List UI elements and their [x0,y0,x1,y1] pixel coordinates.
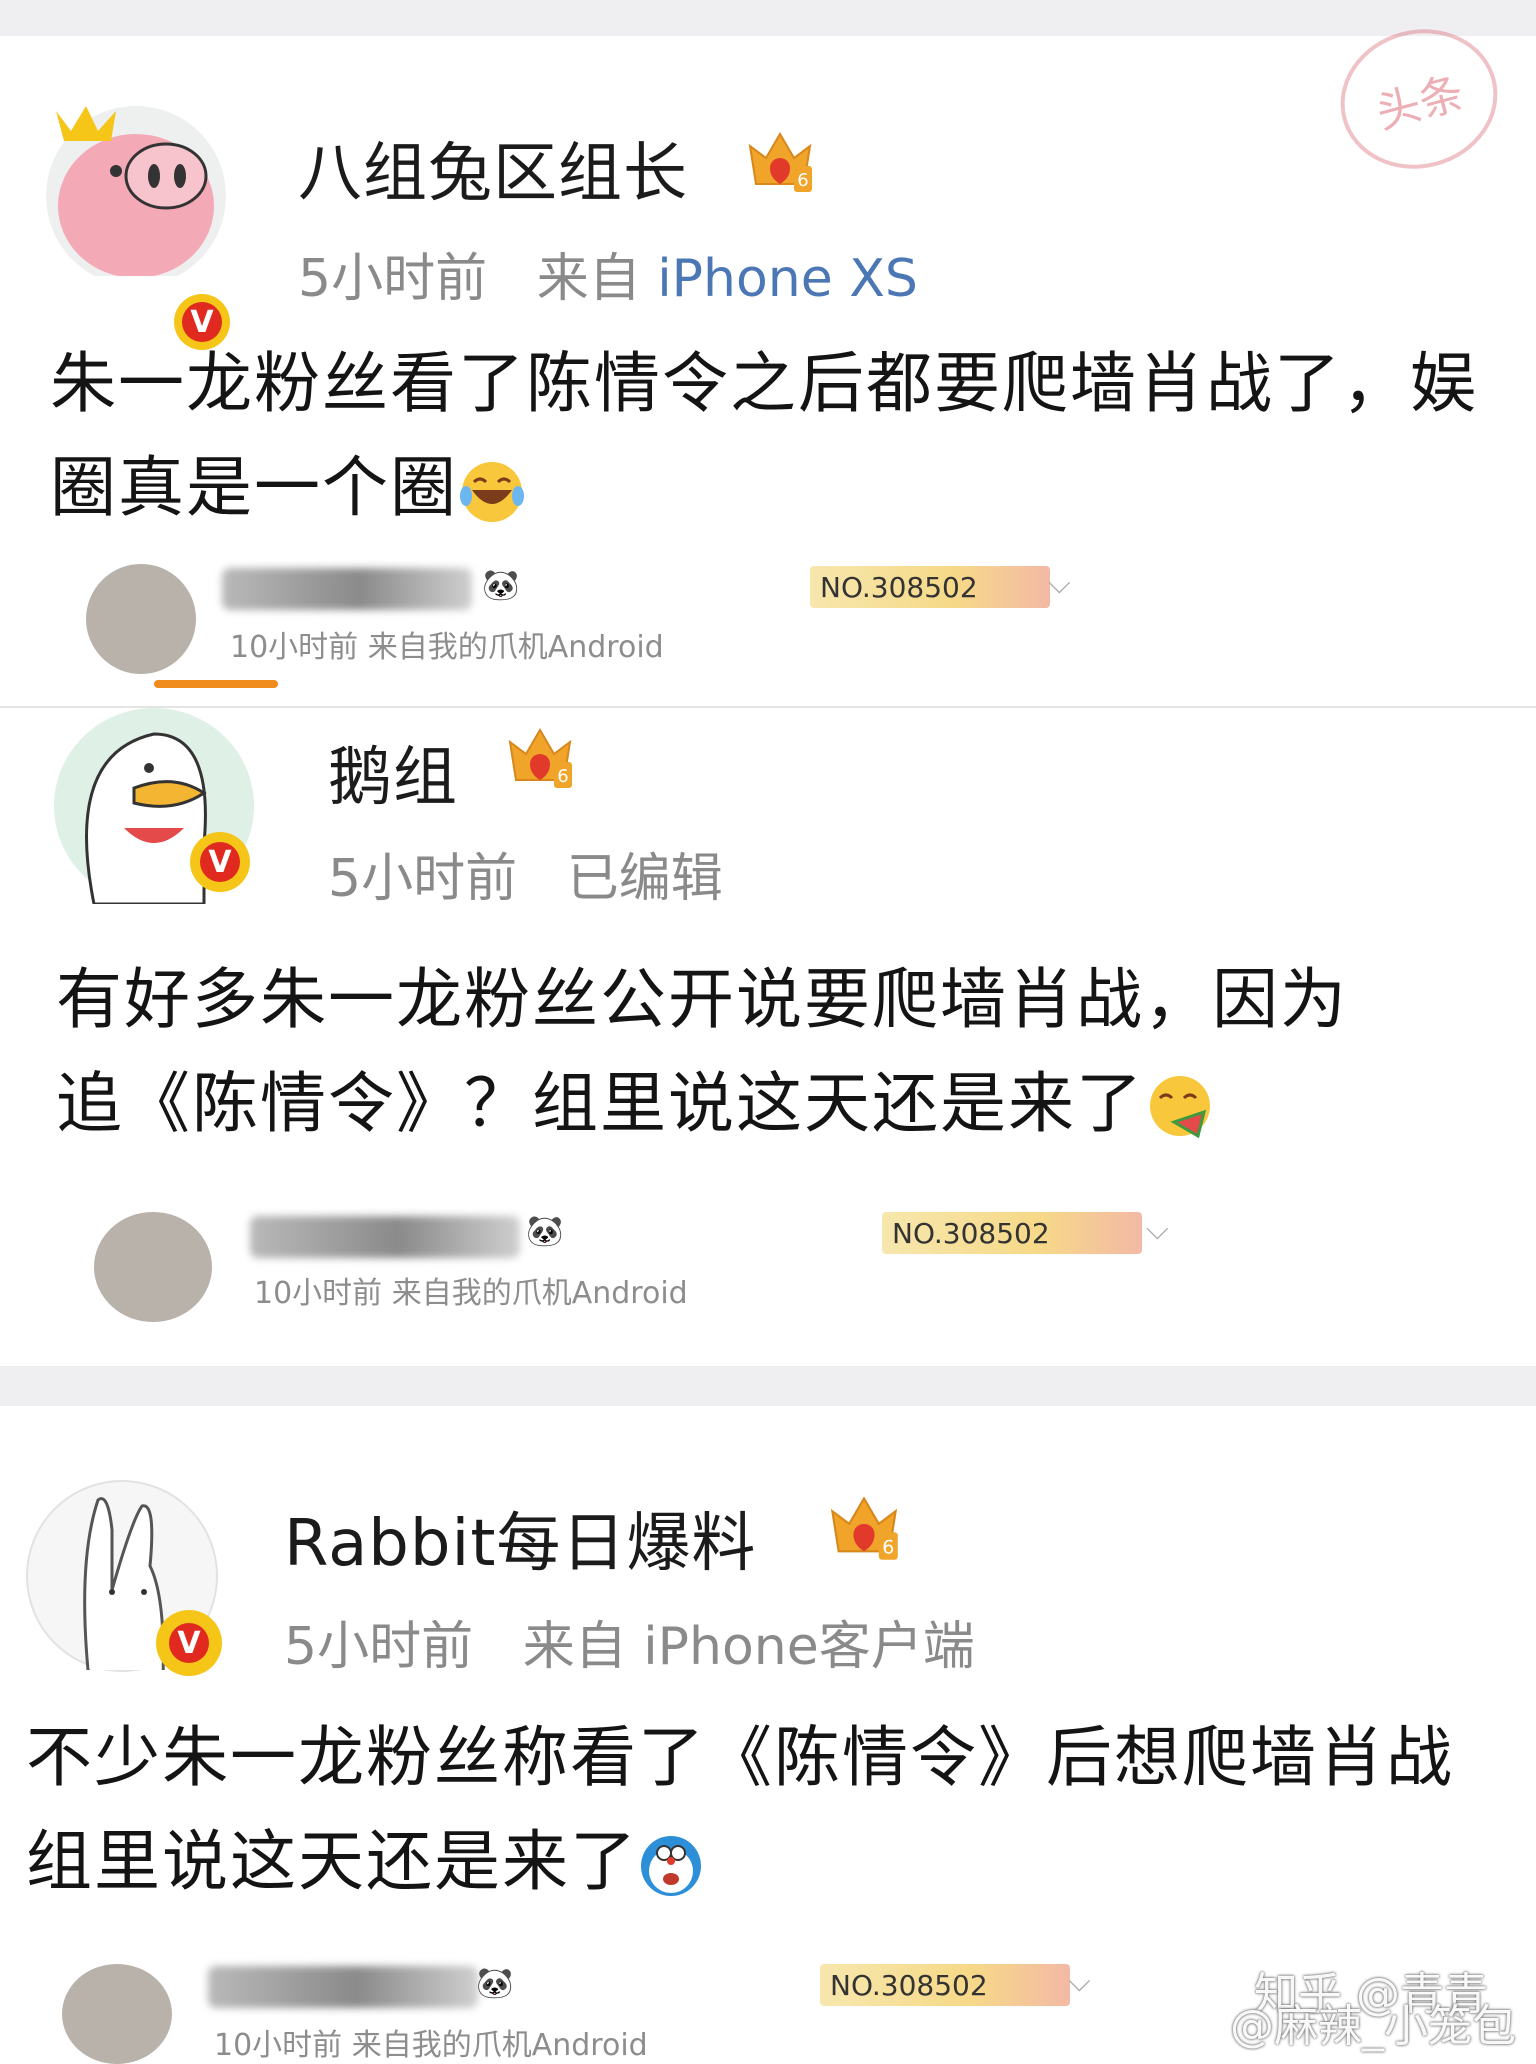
repost-avatar[interactable] [86,564,196,674]
verified-badge-icon: V [190,832,250,892]
post-source-link[interactable]: iPhone客户端 [643,1617,975,1677]
content-line: 追《陈情令》？组里说这天还是来了 [56,1052,1348,1156]
repost-avatar[interactable] [94,1212,212,1322]
orange-underline [154,680,278,688]
blurred-username [222,568,472,610]
user-avatar[interactable]: V [26,1480,222,1676]
weibo-post: V 八组兔区组长 6 5小时前 来自 iPhone XS 朱一龙粉丝看了陈情令之… [0,36,1536,706]
doraemon-emoji [641,1835,701,1896]
post-meta: 5小时前 来自 iPhone XS [298,236,918,311]
content-line: 朱一龙粉丝看了陈情令之后都要爬墙肖战了，娱 [50,345,1478,422]
crown-level-icon: 6 [748,132,812,192]
content-line: 组里说这天还是来了 [26,1810,1454,1914]
content-line: 有好多朱一龙粉丝公开说要爬墙肖战，因为 [56,961,1348,1038]
blurred-username [208,1966,478,2008]
repost-meta: 10小时前 来自我的爪机Android [230,630,664,665]
laugh-cry-emoji [460,461,524,522]
crown-level-icon: 6 [830,1496,898,1560]
user-avatar[interactable]: V [54,708,254,904]
post-time: 5小时前 [298,249,488,309]
chevron-down-icon[interactable]: ⌵ [1146,1212,1169,1247]
from-label: 来自 [522,1617,627,1677]
repost-row[interactable]: 🐼 NO.308502 ⌵ 10小时前 来自我的爪机Android [0,556,1536,706]
blurred-username [250,1216,520,1258]
verified-badge-icon: V [156,1610,222,1676]
from-label: 来自 [536,249,641,309]
post-time: 5小时前 [328,849,518,909]
post-content: 不少朱一龙粉丝称看了《陈情令》后想爬墙肖战 组里说这天还是来了 [26,1706,1454,1914]
svg-text:6: 6 [557,766,568,787]
no-badge: NO.308502 [810,566,1050,608]
no-badge: NO.308502 [882,1212,1142,1254]
repost-avatar[interactable] [62,1964,172,2064]
post-time: 5小时前 [284,1617,474,1677]
repost-row[interactable]: 🐼 NO.308502 ⌵ 10小时前 来自我的爪机Android [0,1202,1536,1342]
weibo-post: V 鹅组 6 5小时前 已编辑 有好多朱一龙粉丝公开说要爬墙肖战，因为 追《陈情… [0,708,1536,1368]
panda-icon: 🐼 [526,1214,564,1249]
post-username[interactable]: 八组兔区组长 [298,122,688,214]
chevron-down-icon[interactable]: ⌵ [1068,1964,1091,1999]
chevron-down-icon[interactable]: ⌵ [1048,566,1071,601]
post-meta: 5小时前 已编辑 [328,836,723,911]
repost-meta: 10小时前 来自我的爪机Android [214,2028,648,2063]
svg-text:6: 6 [882,1536,894,1558]
post-meta: 5小时前 来自 iPhone客户端 [284,1604,975,1679]
top-band [0,0,1536,36]
post-content: 有好多朱一龙粉丝公开说要爬墙肖战，因为 追《陈情令》？组里说这天还是来了 [56,948,1348,1156]
weibo-post: V Rabbit每日爆料 6 5小时前 来自 iPhone客户端 不少朱一龙粉丝… [0,1406,1536,2064]
no-badge: NO.308502 [820,1964,1070,2006]
post-source-link[interactable]: iPhone XS [657,249,918,309]
repost-meta: 10小时前 来自我的爪机Android [254,1276,688,1311]
separator-band [0,1366,1536,1406]
panda-icon: 🐼 [476,1966,514,2001]
crown-level-icon: 6 [508,728,572,788]
post-username[interactable]: Rabbit每日爆料 [284,1492,756,1584]
pig-avatar-icon [46,106,226,276]
panda-icon: 🐼 [482,568,520,603]
eating-watermelon-emoji [1150,1075,1210,1139]
svg-text:6: 6 [797,170,808,191]
weibo-watermark: @麻辣_小笼包 [1230,2001,1516,2052]
content-line: 不少朱一龙粉丝称看了《陈情令》后想爬墙肖战 [26,1719,1454,1796]
post-username[interactable]: 鹅组 [328,726,458,818]
content-line: 圈真是一个圈 [50,436,1478,540]
user-avatar[interactable]: V [46,106,230,350]
edited-label: 已编辑 [566,849,723,909]
post-content: 朱一龙粉丝看了陈情令之后都要爬墙肖战了，娱 圈真是一个圈 [50,332,1478,540]
